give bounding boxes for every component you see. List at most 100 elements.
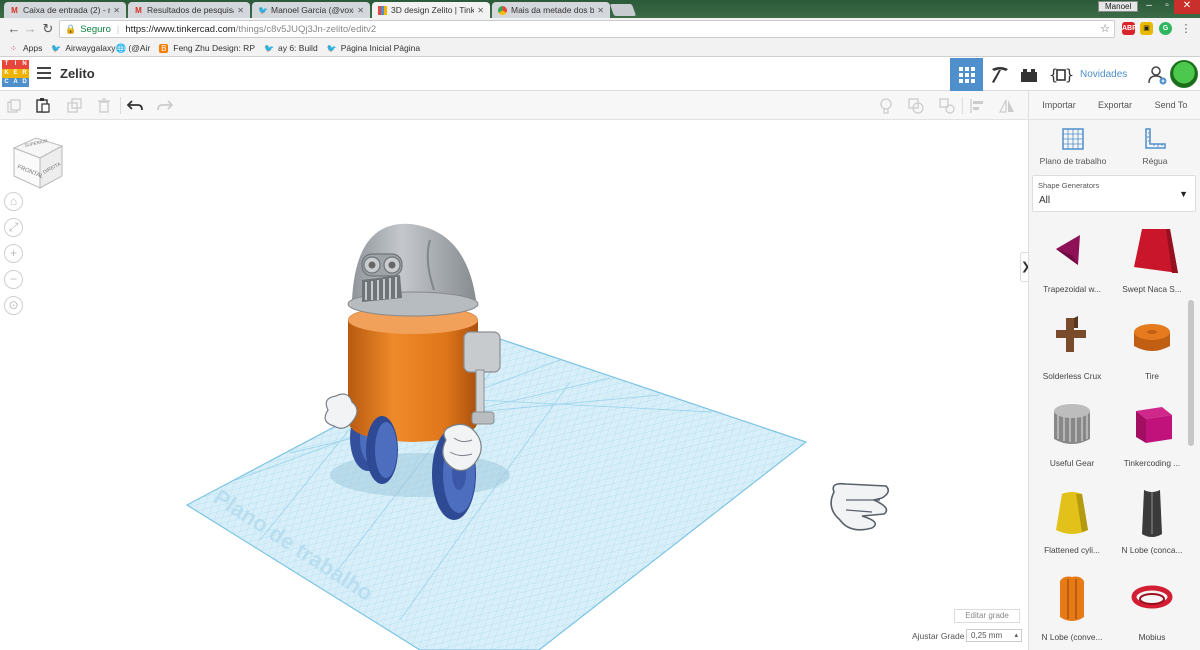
home-view-icon[interactable]: ⌂: [4, 192, 23, 211]
edit-grid-button[interactable]: Editar grade: [954, 609, 1020, 623]
fit-view-icon[interactable]: ⤢: [4, 218, 23, 237]
undo-icon[interactable]: [126, 97, 144, 114]
trapezoid-shape-icon: [1056, 235, 1080, 265]
minimize-icon[interactable]: –: [1140, 0, 1158, 14]
workplane-grid[interactable]: Plano de trabalho: [185, 329, 808, 650]
shape-label: Tinkercoding ...: [1123, 458, 1181, 468]
ruler-button[interactable]: Régua: [1114, 128, 1196, 166]
avatar[interactable]: [1170, 60, 1198, 88]
shape-item[interactable]: Flattened cyli...: [1032, 484, 1112, 571]
grammarly-icon[interactable]: G: [1159, 22, 1172, 35]
browser-tab[interactable]: Mais da metade dos bras ✕: [492, 2, 610, 18]
shape-item[interactable]: Useful Gear: [1032, 397, 1112, 484]
project-name[interactable]: Zelito: [60, 66, 95, 81]
snap-grid-select[interactable]: 0,25 mm: [966, 629, 1022, 642]
export-button[interactable]: Exportar: [1089, 97, 1141, 114]
shape-label: Trapezoidal w...: [1043, 284, 1101, 294]
add-user-icon[interactable]: [1140, 58, 1173, 91]
glove-object[interactable]: [830, 482, 890, 531]
twitter-icon: 🐦: [258, 5, 268, 15]
news-link[interactable]: Novidades: [1080, 69, 1127, 80]
bookmark-item[interactable]: 🐦 ay 6: Build: [264, 43, 318, 53]
n-lobe-concave-shape-icon: [1142, 490, 1162, 537]
twitter-icon: 🐦: [326, 43, 337, 53]
reload-icon[interactable]: ↻: [40, 21, 56, 37]
shape-item[interactable]: Solderless Crux: [1032, 310, 1112, 397]
paste-icon[interactable]: [34, 97, 52, 114]
view-cube[interactable]: SUPERIOR FRONTAL DIREITA: [12, 137, 64, 189]
browser-tab-active[interactable]: 3D design Zelito | Tinker ✕: [372, 2, 490, 18]
delete-icon[interactable]: [95, 97, 113, 114]
bookmark-item[interactable]: B Feng Zhu Design: RP: [159, 43, 255, 53]
shape-item[interactable]: Tinkercoding ...: [1112, 397, 1192, 484]
tinkercad-logo[interactable]: T I N K E R C A D: [2, 60, 29, 87]
panel-scrollbar[interactable]: [1188, 300, 1194, 446]
ungroup-icon[interactable]: [938, 97, 956, 114]
mobius-shape-icon: [1131, 585, 1173, 609]
align-icon[interactable]: [968, 97, 986, 114]
browser-tab[interactable]: M Caixa de entrada (2) - mg ✕: [4, 2, 126, 18]
twitter-icon: 🐦: [51, 43, 62, 53]
bookmark-star-icon[interactable]: ☆: [1100, 22, 1110, 35]
brick-icon[interactable]: [1012, 58, 1045, 91]
toolbar-divider: [120, 97, 121, 114]
browser-tabstrip: M Caixa de entrada (2) - mg ✕ M Resultad…: [0, 0, 1200, 18]
shape-item[interactable]: N Lobe (conca...: [1112, 484, 1192, 571]
back-icon[interactable]: ←: [6, 21, 22, 37]
logo-letter: R: [20, 69, 29, 78]
codeblocks-icon[interactable]: {}: [1044, 58, 1077, 91]
design-menu-icon[interactable]: [37, 67, 51, 79]
close-window-icon[interactable]: ✕: [1174, 0, 1200, 14]
close-tab-icon[interactable]: ✕: [477, 6, 484, 15]
profile-button[interactable]: Manoel: [1098, 1, 1139, 12]
extension-icon[interactable]: ▣: [1140, 22, 1153, 35]
shape-item[interactable]: Trapezoidal w...: [1032, 223, 1112, 310]
browser-tab[interactable]: M Resultados de pesquisa - ✕: [128, 2, 250, 18]
shape-item[interactable]: Tire: [1112, 310, 1192, 397]
browser-tab-title: Resultados de pesquisa -: [147, 5, 235, 15]
bookmark-item[interactable]: 🐦 Página Inicial Página: [327, 43, 420, 53]
logo-letter: T: [2, 60, 11, 69]
chrome-menu-icon[interactable]: ⋮: [1178, 21, 1194, 37]
mirror-icon[interactable]: [998, 97, 1016, 114]
close-tab-icon[interactable]: ✕: [597, 6, 604, 15]
group-icon[interactable]: [907, 97, 925, 114]
ruler-button-label: Régua: [1142, 156, 1168, 166]
bookmark-item[interactable]: 🐦 Airwaygalaxy🌐 (@Air: [51, 43, 150, 54]
apps-grid-icon: ⁘: [10, 43, 17, 53]
scene-canvas: Plano de trabalho SUPERIOR FRONTAL DIREI…: [12, 137, 890, 650]
shape-label: Flattened cyli...: [1044, 545, 1100, 555]
redo-icon[interactable]: [156, 97, 174, 114]
shape-label: Solderless Crux: [1042, 371, 1102, 381]
bookmark-apps[interactable]: ⁘ Apps: [9, 43, 42, 53]
shape-generators-select[interactable]: Shape Generators All ▼: [1032, 175, 1196, 212]
lightbulb-icon[interactable]: [877, 97, 895, 114]
grid-view-icon[interactable]: [950, 58, 983, 91]
close-tab-icon[interactable]: ✕: [237, 6, 244, 15]
zoom-out-icon[interactable]: −: [4, 270, 23, 289]
bookmark-label: Airwaygalaxy🌐 (@Air: [65, 42, 151, 53]
workplane-button[interactable]: Plano de trabalho: [1032, 128, 1114, 166]
shape-label: N Lobe (conve...: [1041, 632, 1103, 642]
shape-item[interactable]: N Lobe (conve...: [1032, 571, 1112, 650]
close-tab-icon[interactable]: ✕: [357, 6, 364, 15]
workplane-icon: [1062, 128, 1084, 150]
adblock-icon[interactable]: ABP: [1122, 22, 1137, 35]
forward-icon[interactable]: →: [22, 21, 38, 37]
copy-icon[interactable]: [5, 97, 23, 114]
browser-tab[interactable]: 🐦 Manoel Garcia (@voxein ✕: [252, 2, 370, 18]
3d-viewport[interactable]: Plano de trabalho SUPERIOR FRONTAL DIREI…: [0, 120, 1028, 650]
svg-text:}: }: [1065, 66, 1073, 84]
duplicate-icon[interactable]: [65, 97, 83, 114]
import-button[interactable]: Importar: [1033, 97, 1085, 114]
close-tab-icon[interactable]: ✕: [113, 6, 120, 15]
new-tab-button[interactable]: [609, 4, 637, 16]
send-to-button[interactable]: Send To: [1145, 97, 1197, 114]
shape-item[interactable]: Swept Naca S...: [1112, 223, 1192, 310]
shape-item[interactable]: Mobius: [1112, 571, 1192, 650]
browser-tab-title: 3D design Zelito | Tinker: [391, 5, 475, 15]
zoom-in-icon[interactable]: +: [4, 244, 23, 263]
perspective-icon[interactable]: ⊙: [4, 296, 23, 315]
n-lobe-convex-shape-icon: [1060, 576, 1084, 621]
url-input[interactable]: 🔒 Seguro | https://www.tinkercad.com /th…: [59, 20, 1115, 38]
